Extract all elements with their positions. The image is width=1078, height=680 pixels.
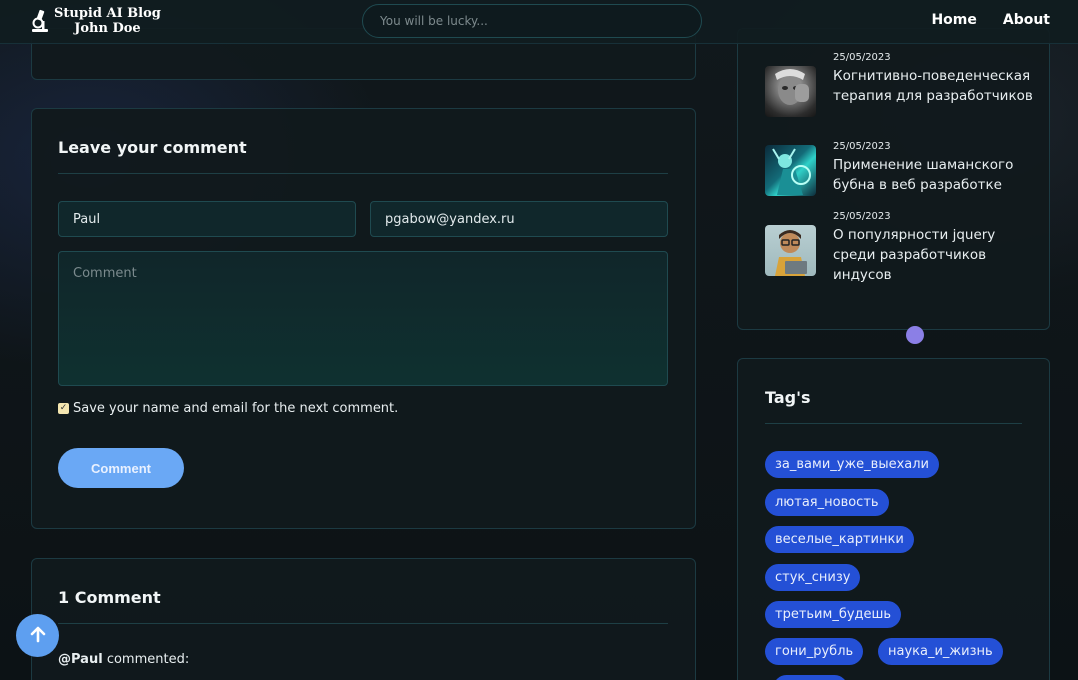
save-details-row: ✓ Save your name and email for the next …: [58, 401, 398, 416]
post-title[interactable]: Когнитивно-поведенческая терапия для раз…: [833, 66, 1033, 106]
tag-chip[interactable]: веселые_картинки: [765, 526, 914, 553]
decorative-dot: [906, 326, 924, 344]
logo-text: Stupid AI Blog John Doe: [54, 6, 161, 36]
post-title[interactable]: О популярности jquery среди разработчико…: [833, 225, 1033, 285]
recent-post-item[interactable]: 25/05/2023 Когнитивно-поведенческая тера…: [765, 52, 1033, 117]
comments-count-title: 1 Comment: [58, 588, 161, 607]
post-date: 25/05/2023: [833, 52, 891, 63]
post-date: 25/05/2023: [833, 141, 891, 152]
logo-author: John Doe: [74, 21, 141, 36]
post-title[interactable]: Применение шаманского бубна в веб разраб…: [833, 155, 1033, 195]
tag-chip-partial[interactable]: [773, 675, 848, 680]
name-field[interactable]: [58, 201, 356, 237]
post-thumbnail[interactable]: [765, 145, 816, 196]
post-thumbnail[interactable]: [765, 225, 816, 276]
site-logo[interactable]: Stupid AI Blog John Doe: [30, 6, 161, 36]
microscope-icon: [30, 7, 50, 35]
tag-chip[interactable]: третьим_будешь: [765, 601, 902, 628]
nav-home-link[interactable]: Home: [931, 12, 976, 28]
submit-comment-button[interactable]: Comment: [58, 448, 184, 488]
email-field[interactable]: [370, 201, 668, 237]
comment-header: @Paul commented:: [58, 652, 189, 667]
save-details-checkbox[interactable]: ✓: [58, 403, 69, 414]
tag-chip[interactable]: гони_рубль: [765, 638, 864, 665]
main-nav: Home About: [931, 12, 1050, 28]
recent-post-item[interactable]: 25/05/2023 О популярности jquery среди р…: [765, 211, 1033, 285]
top-header: Stupid AI Blog John Doe Home About: [0, 0, 1078, 44]
comment-author[interactable]: @Paul: [58, 652, 103, 667]
tags-title: Tag's: [765, 388, 811, 407]
save-details-label: Save your name and email for the next co…: [73, 401, 399, 416]
arrow-up-icon: [28, 624, 48, 648]
nav-about-link[interactable]: About: [1003, 12, 1050, 28]
post-thumbnail[interactable]: [765, 66, 816, 117]
scroll-to-top-button[interactable]: [16, 614, 59, 657]
tag-chip[interactable]: лютая_новость: [765, 489, 889, 516]
tag-chip[interactable]: за_вами_уже_выехали: [765, 451, 940, 478]
recent-post-item[interactable]: 25/05/2023 Применение шаманского бубна в…: [765, 141, 1033, 196]
comment-textarea[interactable]: [58, 251, 668, 386]
comment-form-divider: [58, 173, 668, 174]
comment-form-title: Leave your comment: [58, 138, 247, 157]
tag-chip[interactable]: стук_снизу: [765, 564, 861, 591]
tag-chip[interactable]: наука_и_жизнь: [878, 638, 1003, 665]
logo-title: Stupid AI Blog: [54, 6, 161, 21]
tags-divider: [765, 423, 1022, 424]
comments-divider: [58, 623, 668, 624]
comment-action: commented:: [106, 652, 190, 667]
search-input[interactable]: [362, 4, 702, 38]
post-date: 25/05/2023: [833, 211, 891, 222]
